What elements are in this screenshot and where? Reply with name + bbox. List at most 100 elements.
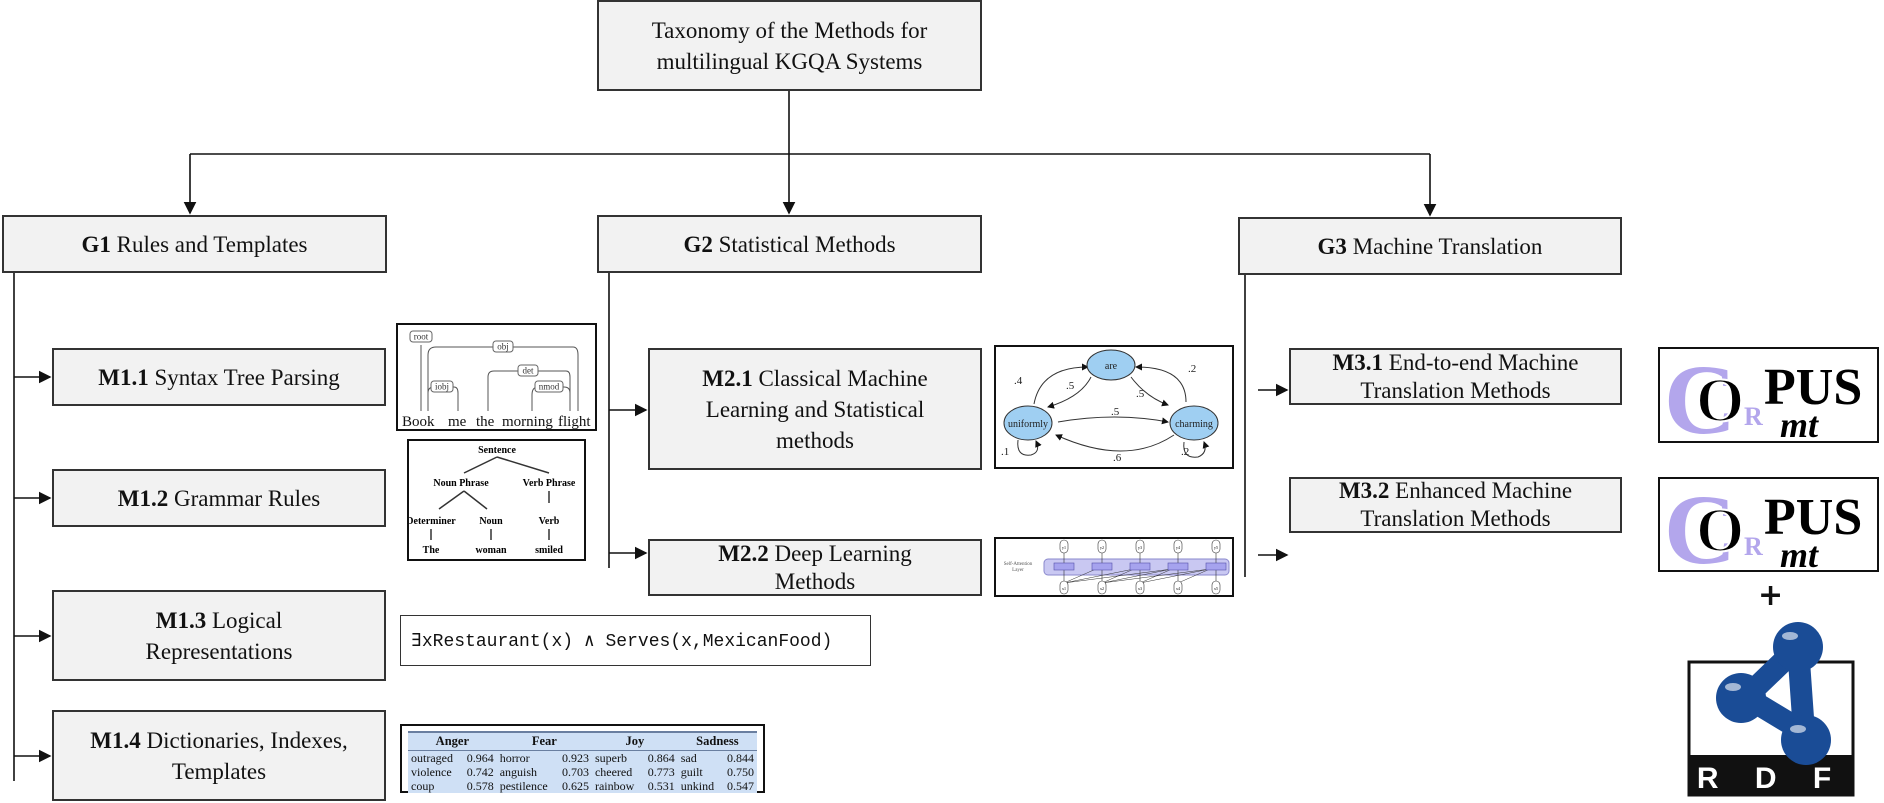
- weight-label: .2: [1181, 446, 1189, 458]
- method-code: M1.2: [117, 485, 169, 511]
- logo-letters: mt: [1780, 535, 1819, 570]
- table-cell: 0.578: [466, 779, 494, 793]
- rdf-logo-text: R D F: [1697, 762, 1845, 795]
- method-code: M1.1: [98, 364, 149, 390]
- table-header: Fear: [496, 731, 592, 751]
- input-label: x5: [1214, 586, 1218, 591]
- tree-node: Noun: [479, 516, 503, 527]
- table-cell: horror: [499, 751, 530, 765]
- group-code: G2: [683, 231, 713, 257]
- layer-label: Self-Attention: [1004, 562, 1033, 567]
- method-code: M2.2: [718, 540, 769, 566]
- method-label: Enhanced Machine: [1395, 478, 1573, 503]
- grammar-tree-illustration: Sentence Noun Phrase Verb Phrase Determi…: [406, 439, 586, 561]
- table-row: coup 0.578 pestilence 0.625 rainbow 0.531 unki…: [408, 779, 757, 793]
- tree-node: Noun Phrase: [433, 478, 489, 489]
- attention-unit: [1167, 562, 1189, 571]
- table-cell: sad: [680, 751, 697, 765]
- table-cell: unkind: [680, 779, 715, 793]
- table-cell: pestilence: [499, 779, 548, 793]
- rdf-logo: R D F: [1687, 622, 1855, 797]
- group-label: Rules and Templates: [116, 231, 308, 257]
- table-cell: 0.703: [561, 765, 589, 779]
- logical-formula: ∃xRestaurant(x) ∧ Serves(x,MexicanFood): [400, 615, 871, 666]
- root-title-line1: Taxonomy of the Methods for: [651, 17, 928, 43]
- tree-node: Determiner: [409, 516, 456, 527]
- table-cell: outraged: [411, 751, 453, 765]
- root-node: Taxonomy of the Methods for multilingual…: [597, 0, 982, 91]
- input-label: x3: [1138, 586, 1142, 591]
- word: the: [476, 414, 495, 429]
- table-cell: guilt: [680, 765, 703, 779]
- table-cell: 0.864: [647, 751, 675, 765]
- output-label: y5: [1214, 545, 1218, 550]
- arc-label: det: [523, 366, 534, 376]
- arc-label: nmod: [539, 382, 560, 392]
- output-label: y1: [1062, 545, 1066, 550]
- table-cell: 0.923: [561, 751, 589, 765]
- weight-label: .6: [1113, 452, 1122, 464]
- table-header: Sadness: [677, 731, 757, 751]
- tree-leaf: woman: [475, 545, 507, 556]
- node-label: are: [1105, 361, 1118, 372]
- method-label: End-to-end Machine: [1388, 349, 1579, 375]
- output-label: y2: [1100, 545, 1104, 550]
- group-g2: G2 Statistical Methods: [597, 215, 982, 273]
- group-label: Machine Translation: [1352, 233, 1543, 259]
- node-label: charming: [1175, 419, 1213, 430]
- method-m1-3: M1.3 Logical Representations: [52, 590, 386, 681]
- table-cell: 0.964: [466, 751, 494, 765]
- method-m3-2: M3.2 Enhanced Machine Translation Methods: [1289, 477, 1622, 533]
- method-code: M2.1: [702, 365, 753, 391]
- method-label: Grammar Rules: [173, 485, 321, 511]
- method-code: M3.1: [1332, 349, 1384, 375]
- method-label: Translation Methods: [1360, 377, 1551, 403]
- method-label: Logical: [211, 607, 283, 633]
- tree-leaf: The: [423, 545, 440, 556]
- self-attention-illustration: Self-Attention Layer y1 x1 y2 x2 y3 x3 y4 x4 y5 x…: [994, 537, 1234, 597]
- method-label: Classical Machine: [758, 365, 928, 391]
- method-label: Learning and Statistical: [705, 396, 925, 422]
- method-m1-1: M1.1 Syntax Tree Parsing: [52, 348, 386, 406]
- table-cell: violence: [411, 765, 452, 779]
- input-label: x1: [1062, 586, 1066, 591]
- table-cell: coup: [411, 779, 435, 793]
- root-title-line2: multilingual KGQA Systems: [656, 48, 923, 74]
- table-row: violence 0.742 anguish 0.703 cheered 0.773 gui…: [408, 765, 757, 779]
- table-cell: 0.773: [647, 765, 675, 779]
- table-header: Joy: [591, 731, 678, 751]
- tree-node: Verb Phrase: [523, 478, 576, 489]
- method-label: methods: [776, 427, 854, 453]
- weight-label: .5: [1066, 380, 1075, 392]
- arc-label: iobj: [435, 382, 449, 392]
- attention-unit: [1091, 562, 1113, 571]
- output-label: y3: [1138, 545, 1142, 550]
- input-label: x4: [1176, 586, 1180, 591]
- input-label: x2: [1100, 586, 1104, 591]
- output-label: y4: [1176, 545, 1180, 550]
- word: morning: [502, 414, 553, 429]
- attention-unit: [1129, 562, 1151, 571]
- method-code: M1.4: [90, 727, 141, 753]
- emotion-lexicon-table: Anger Fear Joy Sadness outraged 0.964 horror 0…: [400, 724, 765, 793]
- logo-letter: R: [1744, 402, 1763, 431]
- opus-mt-logo: C O R PUS mt: [1658, 474, 1879, 585]
- attention-unit: [1053, 562, 1075, 571]
- opus-mt-logo: C O R PUS mt: [1658, 344, 1879, 455]
- group-g1: G1 Rules and Templates: [2, 215, 387, 273]
- weight-label: .4: [1014, 375, 1023, 387]
- method-label: Translation Methods: [1360, 506, 1551, 531]
- word: Book: [402, 414, 435, 429]
- tree-leaf: smiled: [535, 545, 563, 556]
- group-g3: G3 Machine Translation: [1238, 217, 1622, 275]
- word: flight: [558, 414, 591, 429]
- table-cell: 0.742: [466, 765, 494, 779]
- method-label: Dictionaries, Indexes,: [146, 727, 348, 753]
- logo-letter: O: [1696, 497, 1744, 565]
- logo-letters: mt: [1780, 405, 1819, 441]
- logo-letter: R: [1744, 532, 1763, 561]
- method-m2-2: M2.2 Deep Learning Methods: [648, 539, 982, 596]
- method-m1-2: M1.2 Grammar Rules: [52, 469, 386, 527]
- taxonomy-diagram: Taxonomy of the Methods for multilingual…: [0, 0, 1884, 803]
- table-cell: rainbow: [594, 779, 635, 793]
